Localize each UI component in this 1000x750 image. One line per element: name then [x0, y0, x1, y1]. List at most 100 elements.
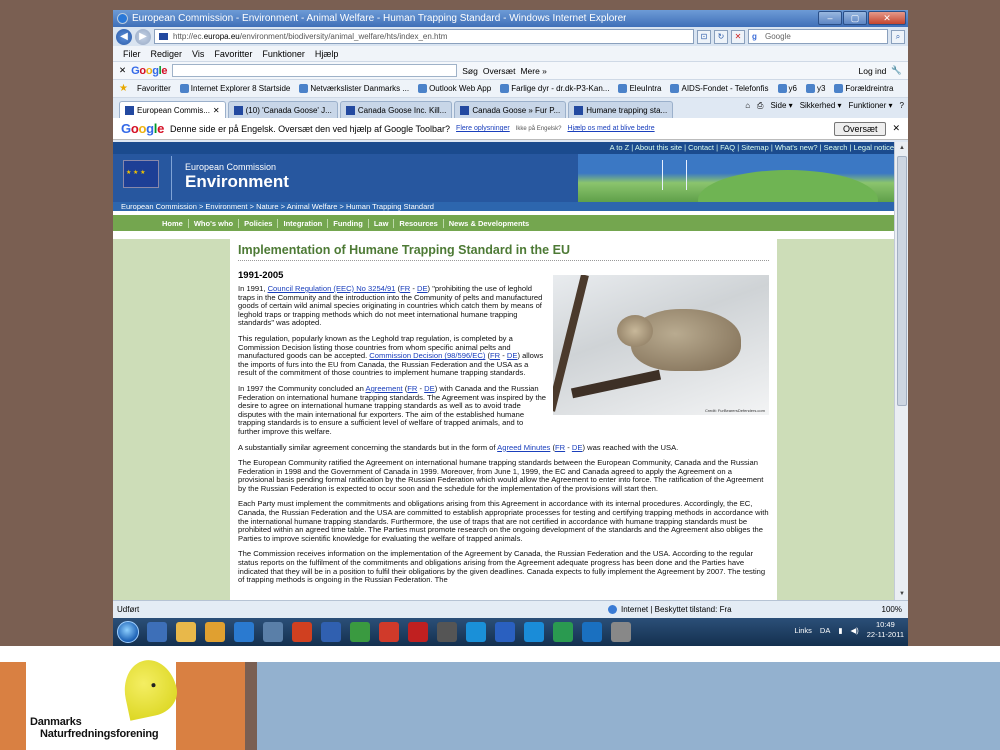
start-button[interactable] — [117, 621, 139, 643]
language-indicator[interactable]: DA — [820, 626, 830, 635]
taskbar-app-icon[interactable] — [147, 622, 167, 642]
zoom-level[interactable]: 100% — [882, 605, 902, 614]
vertical-scrollbar[interactable]: ▲ ▼ — [894, 142, 908, 600]
taskbar-app-icon[interactable] — [495, 622, 515, 642]
url-field[interactable]: http://ec.europa.eu/environment/biodiver… — [154, 29, 694, 44]
tab-canada-goose-inc[interactable]: Canada Goose Inc. Kill... — [339, 101, 453, 118]
login-button[interactable]: Log ind — [859, 66, 887, 76]
nav-policies[interactable]: Policies — [239, 218, 279, 228]
ec-title: Environment — [185, 172, 289, 191]
translate-button[interactable]: Oversæt — [833, 121, 887, 136]
tab-canada-goose[interactable]: (10) 'Canada Goose' J... — [227, 101, 338, 118]
taskbar-app-icon[interactable] — [292, 622, 312, 642]
menu-view[interactable]: Vis — [192, 49, 204, 59]
links-label[interactable]: Links — [794, 626, 812, 635]
browser-window: European Commission - Environment - Anim… — [113, 10, 908, 646]
search-input[interactable]: Google — [748, 29, 888, 44]
fav-item[interactable]: Forældreintra — [834, 84, 893, 93]
status-bar: Udført Internet | Beskyttet tilstand: Fr… — [113, 600, 908, 618]
nav-resources[interactable]: Resources — [394, 218, 444, 228]
scroll-down-icon[interactable]: ▼ — [897, 589, 907, 599]
taskbar-app-icon[interactable] — [408, 622, 428, 642]
fav-item[interactable]: EleuIntra — [618, 84, 661, 93]
taskbar-app-icon[interactable] — [524, 622, 544, 642]
taskbar-app-icon[interactable] — [437, 622, 457, 642]
fr-link[interactable]: FR — [555, 443, 565, 452]
fav-item[interactable]: Outlook Web App — [418, 84, 491, 93]
home-icon[interactable]: ⌂ — [745, 101, 750, 111]
network-icon[interactable]: ▮ — [838, 626, 842, 635]
help-icon[interactable]: ? — [900, 101, 904, 111]
de-link[interactable]: DE — [572, 443, 583, 452]
google-logo: Google — [121, 121, 165, 136]
taskbar-app-icon[interactable] — [205, 622, 225, 642]
fav-item[interactable]: y3 — [805, 84, 825, 93]
search-icon[interactable]: ⌕ — [891, 29, 905, 44]
ec-top-links[interactable]: A to Z | About this site | Contact | FAQ… — [113, 142, 908, 154]
taskbar-app-icon[interactable] — [553, 622, 573, 642]
maximize-button[interactable]: ▢ — [843, 11, 867, 25]
tab-european-commission[interactable]: European Commis... ✕ — [119, 101, 226, 118]
stop-icon[interactable]: ✕ — [731, 29, 745, 44]
back-button[interactable]: ◀ — [116, 28, 132, 45]
google-search-button[interactable]: Søg — [462, 66, 478, 76]
google-search-input[interactable] — [172, 64, 458, 77]
tools-menu[interactable]: Funktioner ▾ — [849, 101, 893, 111]
security-zone[interactable]: Internet | Beskyttet tilstand: Fra — [608, 605, 732, 614]
fav-item[interactable]: y6 — [777, 84, 797, 93]
clock[interactable]: 10:49 22-11-2011 — [867, 620, 904, 640]
help-improve-link[interactable]: Hjælp os med at blive bedre — [567, 125, 654, 132]
print-icon[interactable]: ⎙ — [757, 101, 763, 111]
google-translate-button[interactable]: Oversæt — [483, 66, 516, 76]
favorites-star-icon[interactable]: ★ — [119, 83, 128, 94]
toolbar-close-icon[interactable]: ✕ — [119, 65, 126, 76]
scroll-thumb[interactable] — [897, 156, 907, 406]
taskbar-app-icon[interactable] — [611, 622, 631, 642]
menu-favorites[interactable]: Favoritter — [214, 49, 252, 59]
taskbar-app-icon[interactable] — [234, 622, 254, 642]
compatibility-icon[interactable]: ⊡ — [697, 29, 711, 44]
menu-help[interactable]: Hjælp — [315, 49, 339, 59]
nav-whos-who[interactable]: Who's who — [189, 218, 240, 228]
favorites-label[interactable]: Favoritter — [137, 84, 171, 93]
scroll-up-icon[interactable]: ▲ — [897, 143, 907, 153]
close-button[interactable]: ✕ — [868, 11, 906, 25]
menu-tools[interactable]: Funktioner — [262, 49, 305, 59]
page-menu[interactable]: Side ▾ — [770, 101, 792, 111]
breadcrumb[interactable]: European Commission > Environment > Natu… — [113, 202, 908, 211]
nav-news[interactable]: News & Developments — [444, 219, 534, 228]
lynx-photo: Credit: FurBearersDefenders.com — [553, 275, 769, 415]
nav-home[interactable]: Home — [157, 218, 189, 228]
fav-item[interactable]: Internet Explorer 8 Startside — [179, 84, 290, 93]
taskbar-app-icon[interactable] — [582, 622, 602, 642]
taskbar-app-icon[interactable] — [263, 622, 283, 642]
taskbar-app-icon[interactable] — [350, 622, 370, 642]
fav-item[interactable]: Netværkslister Danmarks ... — [299, 84, 409, 93]
menu-edit[interactable]: Rediger — [151, 49, 183, 59]
nav-law[interactable]: Law — [369, 218, 395, 228]
taskbar-app-icon[interactable] — [321, 622, 341, 642]
menu-file[interactable]: Filer — [123, 49, 141, 59]
title-bar: European Commission - Environment - Anim… — [113, 10, 908, 27]
tab-canada-goose-fur[interactable]: Canada Goose » Fur P... — [454, 101, 567, 118]
fav-item[interactable]: Farlige dyr - dr.dk-P3-Kan... — [500, 84, 609, 93]
footer-blue-block — [257, 662, 1000, 750]
minimize-button[interactable]: – — [818, 11, 842, 25]
fav-item[interactable]: AIDS-Fondet - Telefonfis — [670, 84, 769, 93]
google-more-button[interactable]: Mere » — [520, 66, 546, 76]
wrench-icon[interactable]: 🔧 — [891, 65, 902, 76]
forward-button[interactable]: ▶ — [135, 28, 151, 45]
translate-message: Denne side er på Engelsk. Oversæt den ve… — [170, 123, 451, 134]
safety-menu[interactable]: Sikkerhed ▾ — [800, 101, 842, 111]
nav-integration[interactable]: Integration — [278, 218, 329, 228]
nav-funding[interactable]: Funding — [328, 218, 369, 228]
more-info-link[interactable]: Flere oplysninger — [456, 125, 510, 132]
taskbar-app-icon[interactable] — [176, 622, 196, 642]
translate-close-icon[interactable]: ✕ — [892, 123, 900, 134]
taskbar-app-icon[interactable] — [379, 622, 399, 642]
agreed-minutes-link[interactable]: Agreed Minutes — [497, 443, 550, 452]
refresh-icon[interactable]: ↻ — [714, 29, 728, 44]
taskbar-app-icon[interactable] — [466, 622, 486, 642]
tab-humane-trapping[interactable]: Humane trapping sta... — [568, 101, 674, 118]
volume-icon[interactable]: ◀) — [850, 626, 858, 635]
